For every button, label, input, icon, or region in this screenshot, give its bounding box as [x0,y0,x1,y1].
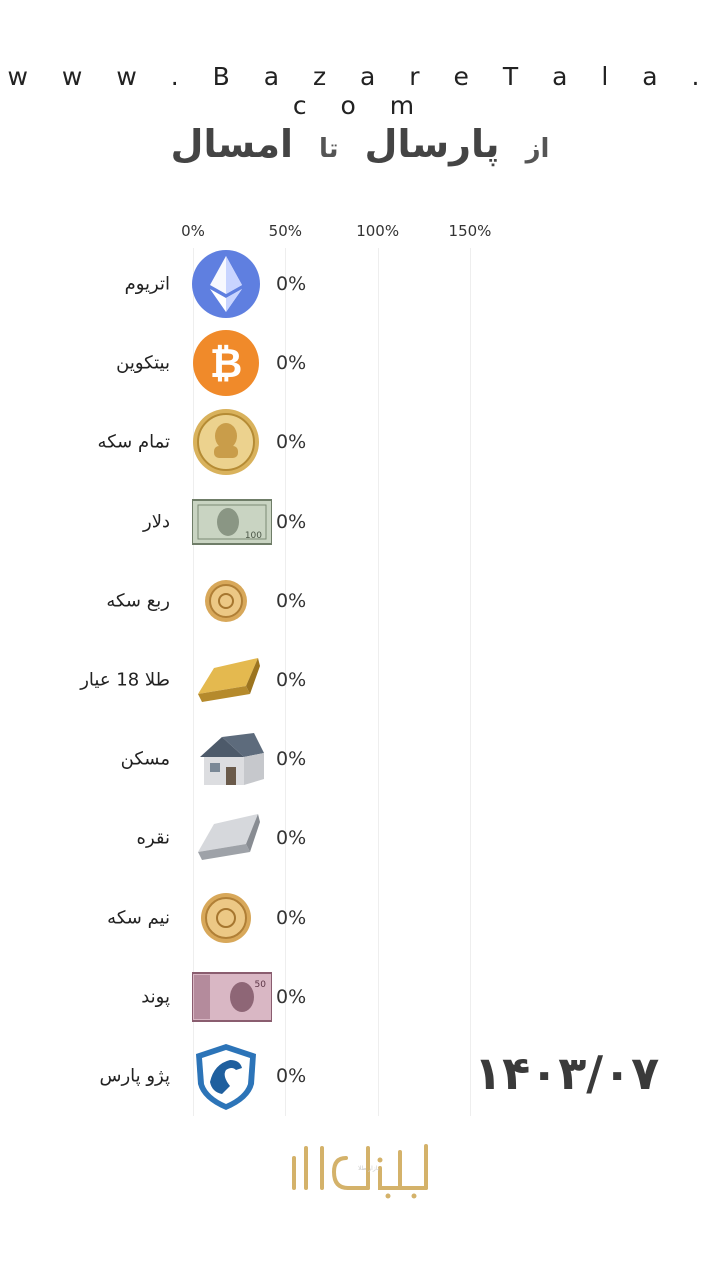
category-label: طلا 18 عیار [80,669,170,691]
data-label: 0% [276,985,307,1008]
x-tick-label: 100% [356,222,400,240]
half-coin-icon [192,882,272,954]
full-coin-icon [192,406,272,478]
data-label: 0% [276,906,307,929]
data-label: 0% [276,669,307,691]
svg-text:100: 100 [245,531,262,541]
ethereum-icon [192,248,272,320]
bitcoin-icon: ₿ [192,327,272,399]
data-label: 0% [276,352,307,375]
data-label: 0% [276,431,307,454]
category-label: نقره [136,827,170,849]
category-label: نیم سکه [107,907,170,929]
category-label: پوند [141,986,170,1008]
category-label: اتریوم [124,273,170,295]
gridline [470,248,471,1116]
x-tick-label: 50% [268,222,302,240]
house-icon [192,723,272,795]
pound-note-icon: 50 [191,961,273,1033]
category-label: پژو پارس [99,1065,170,1087]
x-tick-label: 0% [181,222,205,240]
bazaretala-logo: بازار طلا [292,1144,428,1199]
category-label: بیتکوین [116,352,170,374]
x-tick-label: 150% [448,222,492,240]
gridline [377,248,379,1116]
data-label: 0% [276,827,307,850]
data-label: 0% [276,589,307,612]
peugeot-pars-logo-icon [192,1040,272,1112]
category-label: تمام سکه [97,431,170,453]
title-word-last-year: پارسال [364,122,500,166]
gold-bar-icon [192,644,272,716]
data-label: 0% [276,510,307,533]
date-label: ۱۴۰۳/۰۷ [474,1046,660,1100]
data-label: 0% [276,273,307,295]
title-word-this-year: امسال [170,122,294,166]
silver-bar-icon [192,802,272,874]
svg-text:₿: ₿ [210,341,243,387]
title-word-from: از [525,134,550,164]
data-label: 0% [276,748,307,771]
data-label: 0% [276,1065,307,1087]
category-label: ربع سکه [106,590,170,612]
title-word-to: تا [319,134,339,164]
site-url: w w w . B a z a r e T a l a . c o m [7,62,713,120]
svg-text:50: 50 [255,980,267,990]
page-title: از پارسال تا امسال [0,122,720,182]
category-label: مسکن [120,748,170,770]
quarter-coin-icon [192,565,272,637]
logo-lettering: بازار طلا [358,1165,380,1172]
dollar-note-icon: 100 [191,486,273,558]
category-label: دلار [143,511,170,533]
